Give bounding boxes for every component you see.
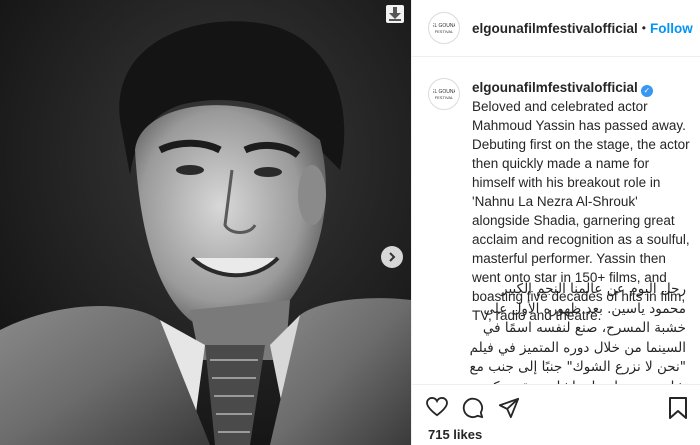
- download-icon: [389, 7, 401, 21]
- caption-avatar[interactable]: EL GOUNA FESTIVAL: [428, 78, 460, 110]
- portrait-photo: [0, 0, 411, 445]
- chevron-right-icon: [389, 252, 396, 262]
- post-side-panel: EL GOUNA FESTIVAL elgounafilmfestivaloff…: [411, 0, 700, 445]
- bookmark-icon: [669, 397, 687, 419]
- download-button[interactable]: [386, 5, 404, 23]
- save-button[interactable]: [669, 397, 687, 419]
- share-icon[interactable]: [498, 397, 520, 419]
- next-image-button[interactable]: [381, 246, 403, 268]
- post-image[interactable]: [0, 0, 411, 445]
- avatar[interactable]: EL GOUNA FESTIVAL: [428, 12, 460, 44]
- caption-username[interactable]: elgounafilmfestivalofficial: [472, 80, 638, 95]
- follow-button[interactable]: Follow: [650, 21, 693, 36]
- heart-icon[interactable]: [426, 397, 448, 417]
- svg-text:FESTIVAL: FESTIVAL: [435, 95, 454, 100]
- comment-icon[interactable]: [462, 397, 484, 419]
- festival-logo-icon: EL GOUNA FESTIVAL: [433, 23, 455, 34]
- post-footer: 715 likes: [412, 384, 700, 445]
- likes-count[interactable]: 715 likes: [428, 427, 482, 442]
- verified-badge-icon: ✓: [640, 85, 653, 97]
- svg-text:FESTIVAL: FESTIVAL: [435, 29, 454, 34]
- festival-logo-icon: EL GOUNA FESTIVAL: [433, 89, 455, 100]
- separator-dot: •: [641, 21, 646, 35]
- caption-arabic: رحل اليوم عن عالمنا النجم الكبير محمود ي…: [469, 281, 686, 384]
- action-bar: [426, 397, 520, 419]
- post-header: EL GOUNA FESTIVAL elgounafilmfestivaloff…: [412, 0, 700, 57]
- header-username[interactable]: elgounafilmfestivalofficial: [472, 21, 638, 36]
